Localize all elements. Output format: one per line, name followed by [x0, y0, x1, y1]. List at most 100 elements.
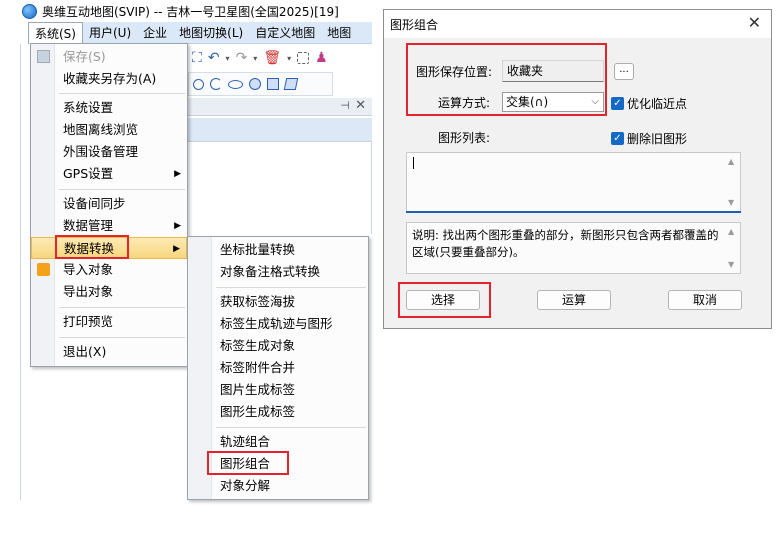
menu-item-print-preview[interactable]: 打印预览 — [31, 311, 187, 333]
shape-list[interactable]: ▲ ▼ — [406, 152, 741, 212]
submenu-item-note-format[interactable]: 对象备注格式转换 — [188, 261, 368, 283]
window-left-edge — [20, 44, 23, 500]
crop-icon[interactable]: ⛶ — [192, 50, 202, 66]
pin-icon[interactable]: ⊣ — [340, 99, 350, 112]
app-logo-icon — [22, 3, 37, 19]
operation-select-value: 交集(∩) — [506, 95, 549, 109]
description-text: 说明: 找出两个图形重叠的部分，新图形只包含两者都覆盖的区域(只要重叠部分)。 — [412, 228, 719, 259]
save-location-field[interactable]: 收藏夹 — [502, 60, 604, 82]
shape-toolbar — [188, 72, 333, 96]
scroll-down-icon[interactable]: ▼ — [728, 260, 734, 269]
scrollbar[interactable]: ▲ ▼ — [726, 153, 740, 211]
submenu-arrow-icon: ▶ — [174, 221, 181, 231]
optimize-checkbox-label: 优化临近点 — [627, 97, 688, 111]
shape-combine-dialog: 图形组合 ✕ 图形保存位置: 收藏夹 ... 运算方式: 交集(∩) ⌵ ✓ 优… — [383, 9, 772, 329]
menu-custom-map[interactable]: 自定义地图 — [249, 22, 321, 44]
side-panel-toolbar — [188, 118, 372, 142]
dropdown-icon[interactable]: ▾ — [287, 54, 291, 63]
menu-item-data-conversion[interactable]: 数据转换 ▶ — [31, 237, 187, 259]
submenu-item-shape-combine[interactable]: 图形组合 — [188, 453, 368, 475]
menu-separator — [216, 287, 366, 288]
compute-button[interactable]: 运算 — [537, 290, 611, 310]
menu-item-save-favorites-as[interactable]: 收藏夹另存为(A) — [31, 68, 187, 90]
app-titlebar: 奥维互动地图(SVIP) -- 吉林一号卫星图(全国2025)[19] — [20, 0, 372, 22]
menu-item-offline-map[interactable]: 地图离线浏览 — [31, 119, 187, 141]
delete-old-checkbox[interactable]: ✓ 删除旧图形 — [611, 130, 687, 147]
scrollbar[interactable]: ▲ ▼ — [726, 223, 740, 273]
system-menu: 保存(S) 收藏夹另存为(A) 系统设置 地图离线浏览 外围设备管理 GPS设置… — [30, 43, 188, 367]
undo-icon[interactable]: ↶ — [208, 50, 220, 66]
import-icon — [37, 263, 50, 276]
side-panel-header: ⊣ ✕ — [188, 98, 372, 116]
scroll-down-icon[interactable]: ▼ — [728, 198, 734, 207]
scroll-up-icon[interactable]: ▲ — [728, 227, 734, 236]
checkmark-icon: ✓ — [611, 97, 624, 110]
submenu-item-shape-to-tag[interactable]: 图形生成标签 — [188, 401, 368, 423]
submenu-item-coord-batch[interactable]: 坐标批量转换 — [188, 239, 368, 261]
menu-separator — [59, 337, 185, 338]
shape-list-label: 图形列表: — [438, 131, 491, 145]
menu-map[interactable]: 地图 — [321, 22, 357, 44]
close-icon[interactable]: ✕ — [355, 98, 366, 113]
menu-item-save[interactable]: 保存(S) — [31, 46, 187, 68]
arc-icon[interactable] — [210, 78, 222, 90]
app-title: 奥维互动地图(SVIP) -- 吉林一号卫星图(全国2025)[19] — [42, 4, 339, 19]
description-box: 说明: 找出两个图形重叠的部分，新图形只包含两者都覆盖的区域(只要重叠部分)。 … — [406, 222, 741, 274]
submenu-arrow-icon: ▶ — [173, 244, 180, 254]
menu-item-system-settings[interactable]: 系统设置 — [31, 97, 187, 119]
browse-button[interactable]: ... — [614, 63, 634, 80]
filled-circle-icon[interactable] — [249, 78, 261, 90]
side-panel-body — [188, 142, 372, 234]
submenu-item-track-combine[interactable]: 轨迹组合 — [188, 431, 368, 453]
submenu-item-tag-attachment-merge[interactable]: 标签附件合并 — [188, 357, 368, 379]
redo-icon[interactable]: ↷ — [236, 50, 248, 66]
polygon-icon[interactable] — [283, 78, 299, 90]
toolbar: ⛶ ↶ ▾ ↷ ▾ 🗑 ▾ ♟ — [188, 46, 372, 70]
submenu-arrow-icon: ▶ — [174, 169, 181, 179]
dropdown-icon[interactable]: ▾ — [226, 54, 230, 63]
ellipse-icon[interactable] — [228, 79, 243, 89]
optimize-checkbox[interactable]: ✓ 优化临近点 — [611, 95, 687, 112]
menu-item-import-objects[interactable]: 导入对象 — [31, 259, 187, 281]
menu-separator — [59, 93, 185, 94]
dialog-title: 图形组合 — [390, 18, 439, 32]
submenu-item-image-to-tag[interactable]: 图片生成标签 — [188, 379, 368, 401]
menu-user[interactable]: 用户(U) — [83, 22, 137, 44]
menubar: 系统(S) 用户(U) 企业 地图切换(L) 自定义地图 地图 — [28, 21, 372, 44]
operation-select[interactable]: 交集(∩) ⌵ — [502, 92, 604, 112]
menu-item-exit[interactable]: 退出(X) — [31, 341, 187, 363]
select-button[interactable]: 选择 — [406, 290, 480, 310]
menu-item-export-objects[interactable]: 导出对象 — [31, 281, 187, 303]
delete-old-checkbox-label: 删除旧图形 — [627, 132, 688, 146]
chevron-down-icon: ⌵ — [591, 96, 599, 107]
data-conversion-submenu: 坐标批量转换 对象备注格式转换 获取标签海拔 标签生成轨迹与图形 标签生成对象 … — [187, 236, 369, 500]
menu-item-device-sync[interactable]: 设备间同步 — [31, 193, 187, 215]
submenu-item-tag-to-object[interactable]: 标签生成对象 — [188, 335, 368, 357]
dropdown-icon[interactable]: ▾ — [253, 54, 257, 63]
cancel-button[interactable]: 取消 — [668, 290, 742, 310]
menu-item-data-management[interactable]: 数据管理 ▶ — [31, 215, 187, 237]
save-location-label: 图形保存位置: — [416, 65, 493, 79]
submenu-item-object-decompose[interactable]: 对象分解 — [188, 475, 368, 497]
menu-map-switch[interactable]: 地图切换(L) — [173, 22, 249, 44]
circle-icon[interactable] — [193, 78, 204, 90]
menu-separator — [59, 307, 185, 308]
submenu-item-tag-to-track-shape[interactable]: 标签生成轨迹与图形 — [188, 313, 368, 335]
submenu-item-tag-altitude[interactable]: 获取标签海拔 — [188, 291, 368, 313]
dialog-titlebar: 图形组合 ✕ — [384, 10, 771, 38]
operation-label: 运算方式: — [438, 96, 491, 110]
menu-separator — [216, 427, 366, 428]
pin-user-icon[interactable]: ♟ — [315, 50, 328, 66]
close-icon[interactable]: ✕ — [748, 13, 761, 32]
menu-enterprise[interactable]: 企业 — [137, 22, 173, 44]
rectangle-icon[interactable] — [267, 78, 279, 90]
menu-item-peripheral-devices[interactable]: 外围设备管理 — [31, 141, 187, 163]
select-rect-icon[interactable] — [297, 52, 310, 64]
checkmark-icon: ✓ — [611, 132, 624, 145]
delete-icon[interactable]: 🗑 — [263, 50, 281, 66]
scroll-up-icon[interactable]: ▲ — [728, 157, 734, 166]
menu-system[interactable]: 系统(S) — [28, 21, 83, 44]
save-icon — [37, 50, 50, 63]
menu-item-gps-settings[interactable]: GPS设置 ▶ — [31, 163, 187, 185]
list-underline — [406, 211, 741, 213]
